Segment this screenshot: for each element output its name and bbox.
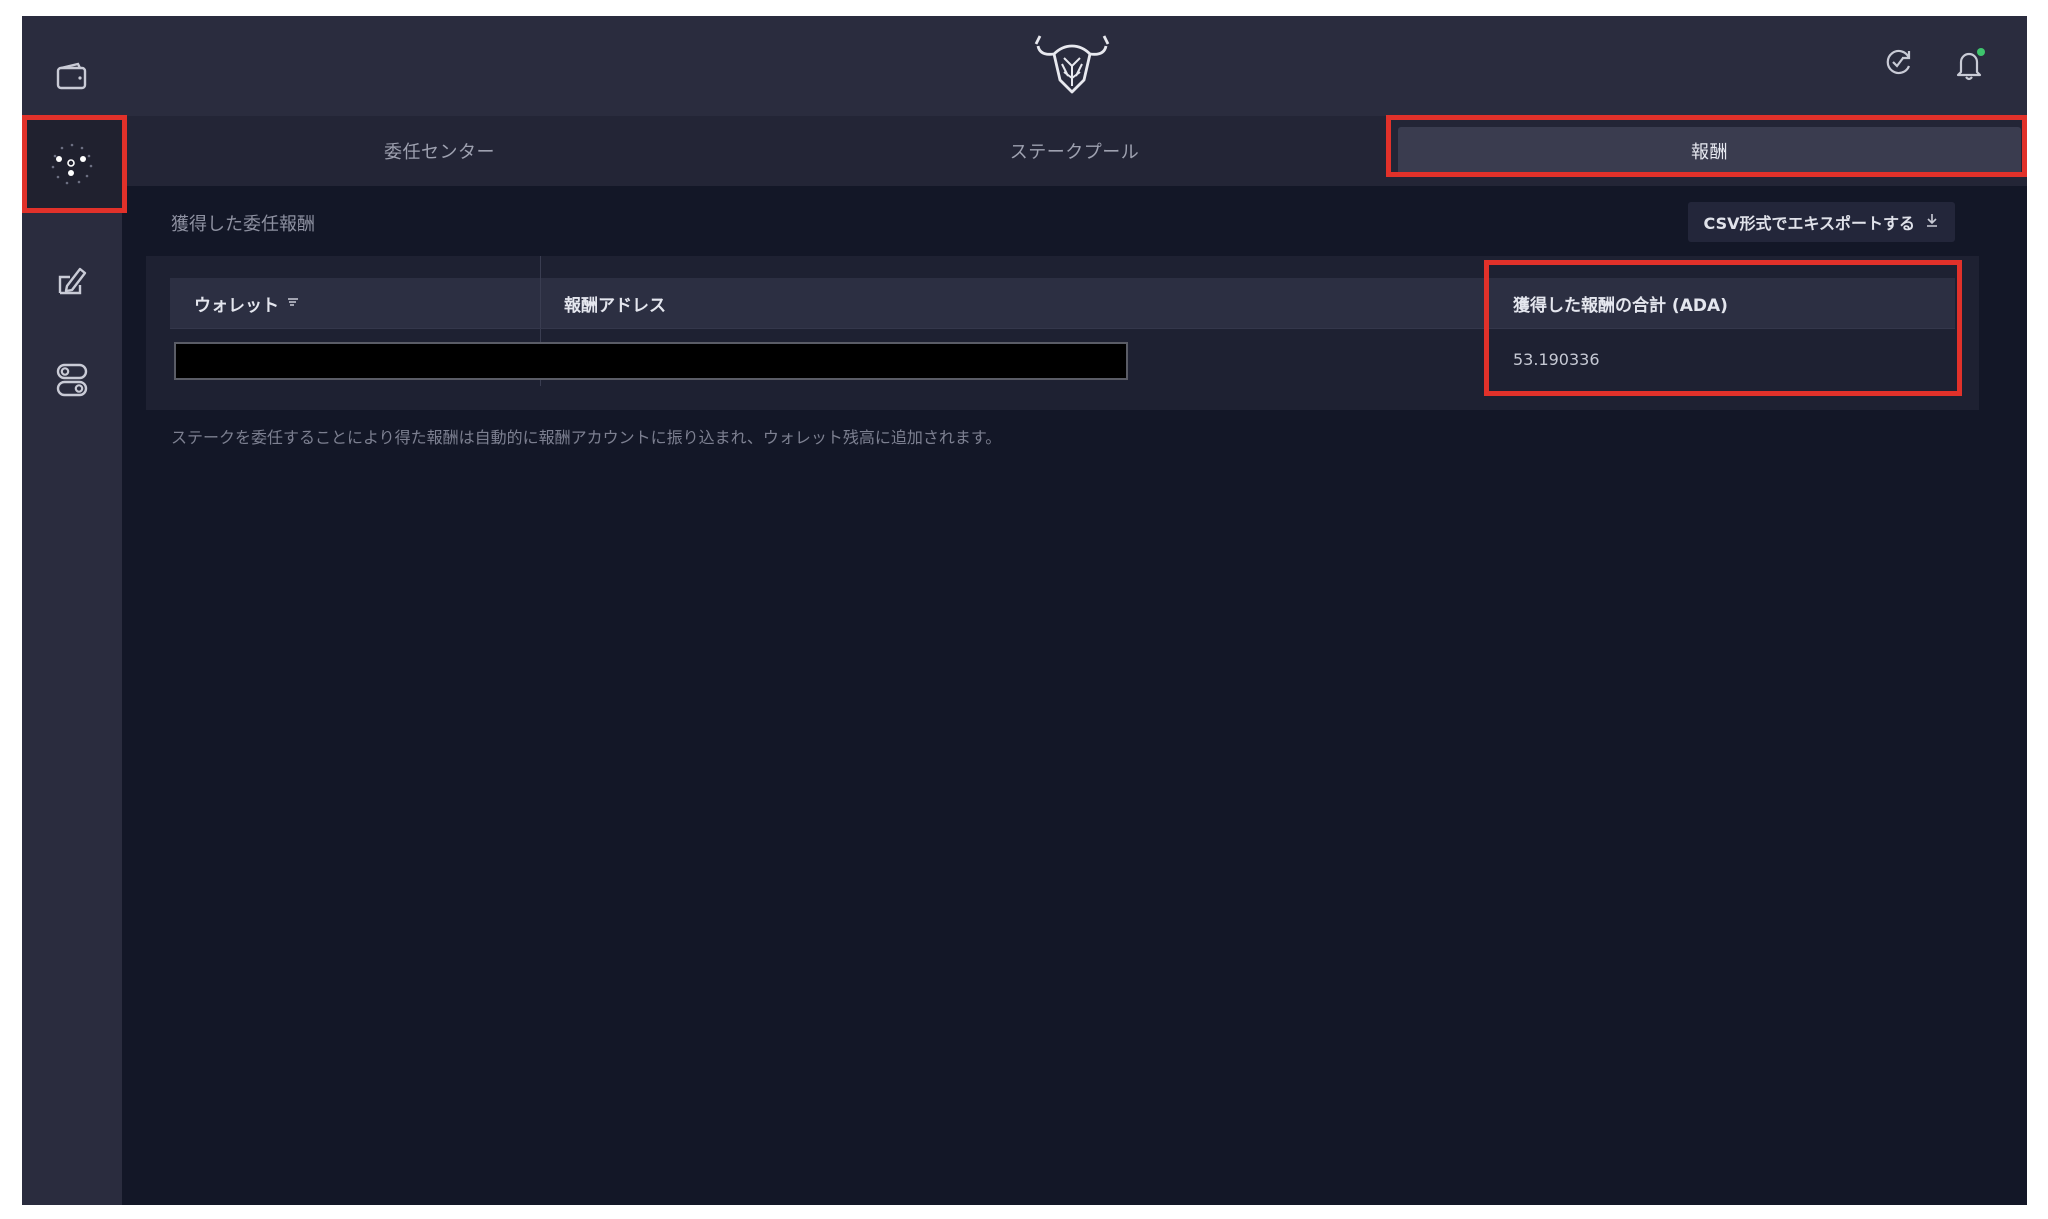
column-header-label: 報酬アドレス — [564, 295, 666, 316]
notification-bell-icon[interactable] — [1952, 46, 1988, 86]
tab-label: 委任センター — [384, 142, 495, 163]
sync-icon[interactable] — [1882, 46, 1914, 82]
sidebar-item-wallets[interactable] — [22, 28, 122, 124]
delegation-tabs: 委任センター ステークプール 報酬 — [122, 116, 2027, 186]
column-header-label: ウォレット — [194, 295, 279, 316]
app-logo-icon — [1034, 32, 1110, 100]
settings-icon — [56, 363, 88, 397]
tab-label: 報酬 — [1691, 142, 1728, 163]
rewards-note: ステークを委任することにより得た報酬は自動的に報酬アカウントに振り込まれ、ウォレ… — [171, 428, 1002, 447]
export-csv-label: CSV形式でエキスポートする — [1703, 214, 1915, 233]
sidebar-item-settings[interactable] — [22, 332, 122, 428]
voting-icon — [56, 263, 88, 297]
top-bar — [122, 16, 2027, 116]
sidebar-item-voting[interactable] — [22, 232, 122, 328]
row-divider — [170, 328, 1955, 329]
section-title: 獲得した委任報酬 — [171, 214, 315, 235]
tab-delegation-center[interactable]: 委任センター — [122, 116, 757, 186]
rewards-table: ウォレット 報酬アドレス 獲得した報酬の合計 (ADA) 53.190336 — [146, 256, 1979, 410]
redacted-wallet-and-address — [174, 342, 1128, 380]
tab-label: ステークプール — [1009, 142, 1140, 163]
export-csv-button[interactable]: CSV形式でエキスポートする — [1687, 202, 1955, 242]
column-header-address[interactable]: 報酬アドレス — [564, 278, 666, 328]
download-icon — [1925, 212, 1939, 232]
wallet-icon — [56, 62, 88, 90]
column-header-label: 獲得した報酬の合計 (ADA) — [1513, 295, 1728, 316]
tab-stake-pools[interactable]: ステークプール — [757, 116, 1392, 186]
sidebar-item-delegation[interactable] — [22, 116, 122, 212]
daedalus-window: 委任センター ステークプール 報酬 獲得した委任報酬 CSV形式でエキスポートす… — [22, 16, 2027, 1205]
table-header: ウォレット 報酬アドレス 獲得した報酬の合計 (ADA) — [170, 278, 1955, 328]
tab-rewards[interactable]: 報酬 — [1392, 116, 2027, 186]
sort-icon — [287, 293, 299, 313]
rewards-panel: 獲得した委任報酬 CSV形式でエキスポートする ウォレット 報酬アドレス 獲得し… — [122, 186, 2027, 1205]
delegation-icon — [47, 139, 97, 189]
column-header-total[interactable]: 獲得した報酬の合計 (ADA) — [1513, 278, 1728, 328]
column-header-wallet[interactable]: ウォレット — [194, 278, 299, 328]
table-cell-total: 53.190336 — [1513, 350, 1600, 369]
sidebar — [22, 16, 122, 1205]
